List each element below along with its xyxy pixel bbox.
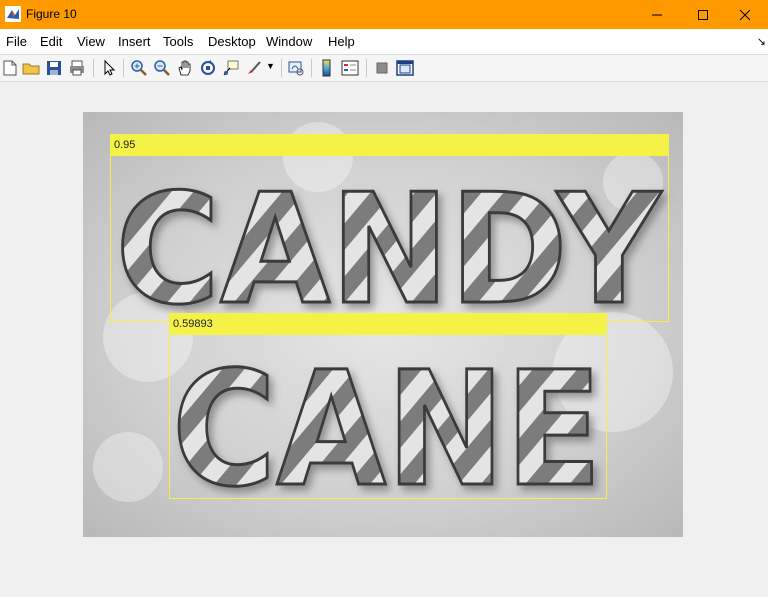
hide-plot-tools-icon[interactable] [373,59,391,77]
rotate-3d-icon[interactable] [199,59,217,77]
pan-icon[interactable] [176,59,194,77]
detection-score-1: 0.95 [110,134,669,156]
window-title: Figure 10 [26,7,77,21]
dock-arrow-icon[interactable]: ↘ [757,35,766,48]
toolbar-separator [123,59,124,77]
print-icon[interactable] [68,59,86,77]
zoom-in-icon[interactable] [130,59,148,77]
menu-view[interactable]: View [77,34,105,49]
menu-desktop[interactable]: Desktop [208,34,256,49]
menu-tools[interactable]: Tools [163,34,193,49]
menu-insert[interactable]: Insert [118,34,151,49]
matlab-icon [5,6,21,22]
toolbar-separator [366,59,367,77]
save-icon[interactable] [45,59,63,77]
close-icon[interactable] [722,0,768,29]
brush-icon[interactable] [245,59,263,77]
menu-help[interactable]: Help [328,34,355,49]
colorbar-icon[interactable] [318,59,336,77]
figure-toolbar: ▼ [0,55,768,82]
new-figure-icon[interactable] [1,59,19,77]
show-plot-tools-icon[interactable] [396,59,414,77]
legend-icon[interactable] [341,59,359,77]
menu-file[interactable]: File [6,34,27,49]
menu-edit[interactable]: Edit [40,34,62,49]
toolbar-separator [311,59,312,77]
link-plot-icon[interactable] [287,59,305,77]
detection-box-1 [110,134,669,322]
detection-score-2: 0.59893 [169,313,607,335]
toolbar-separator [93,59,94,77]
data-cursor-icon[interactable] [222,59,240,77]
menu-window[interactable]: Window [266,34,312,49]
zoom-out-icon[interactable] [153,59,171,77]
maximize-icon[interactable] [680,0,726,29]
detection-box-2 [169,313,607,499]
minimize-icon[interactable] [634,0,680,29]
open-file-icon[interactable] [22,59,40,77]
figure-axes-image[interactable]: CANDY CANE 0.95 0.59893 [83,112,683,537]
toolbar-separator [281,59,282,77]
title-bar: Figure 10 [0,0,768,29]
menu-bar: File Edit View Insert Tools Desktop Wind… [0,29,768,55]
pointer-icon[interactable] [100,59,118,77]
